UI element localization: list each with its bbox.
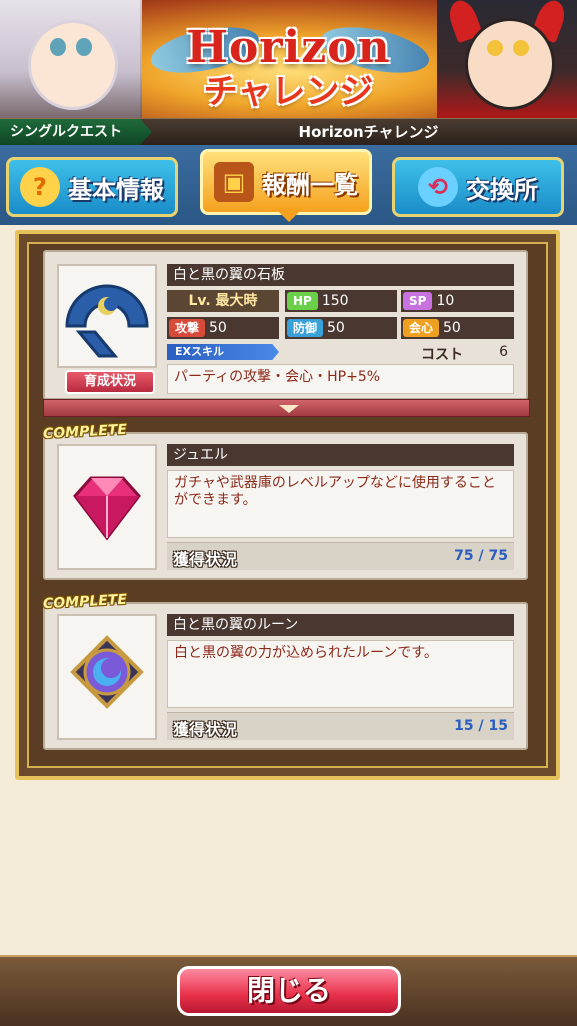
sp-value: 10 <box>436 293 455 309</box>
tab-label: 交換所 <box>466 175 538 204</box>
def-value: 50 <box>327 320 345 336</box>
weapon-reward-card: 白と黒の翼の石板 Lv. 最大時 HP 150 SP 10 攻撃 50 防御 50 会心… <box>43 250 528 400</box>
hp-tag: HP <box>287 292 318 310</box>
weapon-skill-description: パーティの攻撃・会心・HP+5% <box>167 364 514 394</box>
weapon-sp-stat: SP 10 <box>401 290 514 312</box>
treasure-chest-icon: ▣ <box>214 162 254 202</box>
stone-tablet-icon <box>65 284 149 358</box>
item-thumbnail <box>57 444 157 570</box>
cost-label: コスト <box>421 347 463 363</box>
quest-header: シングルクエスト Horizonチャレンジ <box>0 118 577 146</box>
active-tab-pointer <box>275 208 303 222</box>
character-eye <box>487 40 503 56</box>
rune-icon <box>70 635 144 709</box>
question-icon: ? <box>20 167 60 207</box>
item-name: 白と黒の翼のルーン <box>167 614 514 636</box>
item-description: 白と黒の翼の力が込められたルーンです。 <box>167 640 514 708</box>
tab-label: 報酬一覧 <box>262 170 358 199</box>
item-progress: 獲得状況 15 / 15 <box>167 712 514 740</box>
crit-value: 50 <box>443 320 461 336</box>
atk-tag: 攻撃 <box>169 319 206 337</box>
expand-bar[interactable] <box>43 399 530 417</box>
item-name: ジュエル <box>167 444 514 466</box>
weapon-thumbnail <box>57 264 157 368</box>
event-banner: Horizon チャレンジ <box>0 0 577 118</box>
item-description: ガチャや武器庫のレベルアップなどに使用することができます。 <box>167 470 514 538</box>
weapon-crit-stat: 会心 50 <box>401 317 514 339</box>
weapon-hp-stat: HP 150 <box>285 290 397 312</box>
tab-basic-info[interactable]: ? 基本情報 <box>6 157 178 217</box>
close-button[interactable]: 閉じる <box>177 966 401 1016</box>
weapon-atk-stat: 攻撃 50 <box>167 317 279 339</box>
item-thumbnail <box>57 614 157 740</box>
weapon-name: 白と黒の翼の石板 <box>167 264 514 286</box>
def-tag: 防御 <box>287 319 324 337</box>
character-portrait-right <box>437 0 577 118</box>
acquisition-status-label: 獲得状況 <box>173 720 238 739</box>
hp-value: 150 <box>321 293 349 309</box>
crit-tag: 会心 <box>403 319 440 337</box>
item-progress: 獲得状況 75 / 75 <box>167 542 514 570</box>
character-eye <box>513 40 529 56</box>
character-face <box>465 18 555 110</box>
acquisition-count: 75 / 75 <box>454 548 508 564</box>
tab-label: 基本情報 <box>68 175 164 204</box>
atk-value: 50 <box>209 320 227 336</box>
acquisition-status-label: 獲得状況 <box>173 550 238 569</box>
ex-skill-label: EXスキル <box>167 344 279 360</box>
sp-tag: SP <box>403 292 433 310</box>
tab-exchange[interactable]: ⟲ 交換所 <box>392 157 564 217</box>
growth-status-button[interactable]: 育成状況 <box>65 370 155 394</box>
weapon-def-stat: 防御 50 <box>285 317 397 339</box>
acquisition-count: 15 / 15 <box>454 718 508 734</box>
weapon-level-label: Lv. 最大時 <box>167 290 279 312</box>
quest-name: Horizonチャレンジ <box>298 123 439 141</box>
chevron-down-icon <box>279 405 299 413</box>
reward-item-card: ジュエル ガチャや武器庫のレベルアップなどに使用することができます。 獲得状況 … <box>43 432 528 580</box>
jewel-icon <box>73 476 141 541</box>
reward-item-card: 白と黒の翼のルーン 白と黒の翼の力が込められたルーンです。 獲得状況 15 / … <box>43 602 528 750</box>
exchange-icon: ⟲ <box>418 167 458 207</box>
cost-value: 6 <box>499 344 508 360</box>
tab-rewards[interactable]: ▣ 報酬一覧 <box>200 149 372 215</box>
quest-type-label: シングルクエスト <box>0 119 152 145</box>
